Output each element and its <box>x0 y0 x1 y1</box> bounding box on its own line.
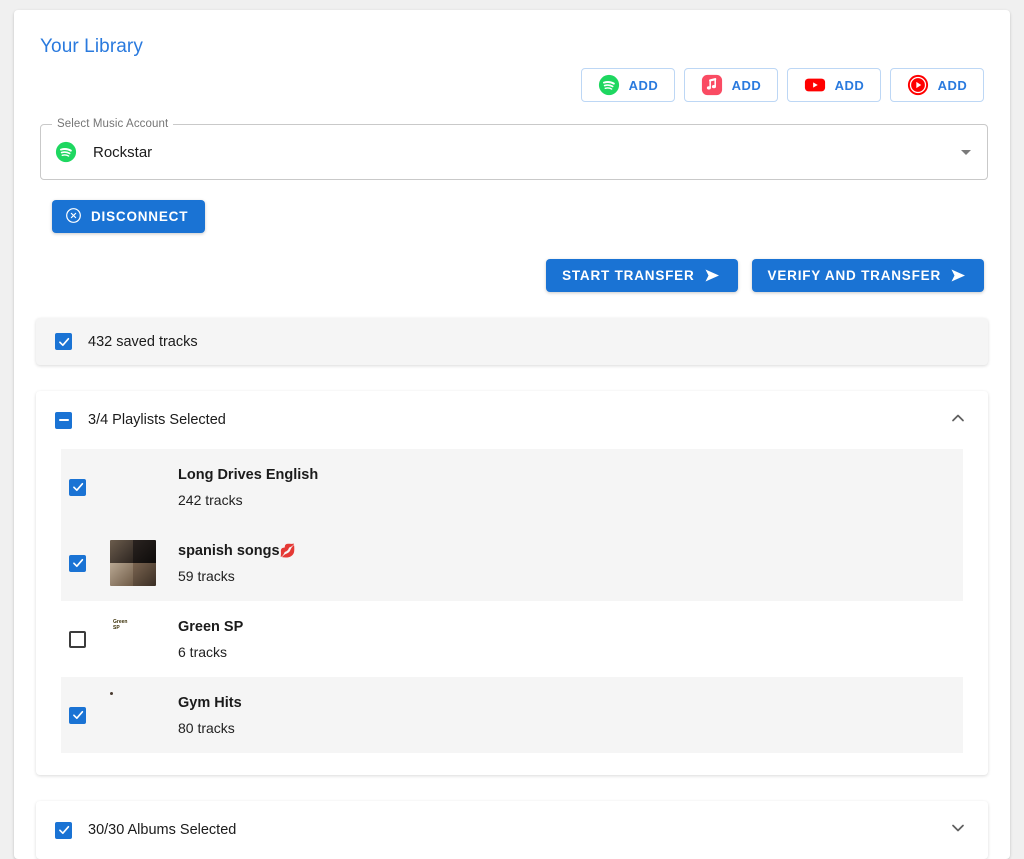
list-item[interactable]: Green SP Green SP 6 tracks <box>61 601 963 677</box>
youtube-icon <box>804 74 826 96</box>
albums-select-all-checkbox[interactable] <box>55 821 72 839</box>
playlist-track-count: 80 tracks <box>178 719 235 736</box>
playlist-name: Green SP <box>178 619 244 636</box>
add-service-buttons: ADD ADD ADD ADD <box>14 58 1010 102</box>
add-youtube-label: ADD <box>834 77 865 93</box>
indeterminate-dash-icon <box>58 418 69 422</box>
add-youtube-music-label: ADD <box>937 77 968 93</box>
playlists-panel: 3/4 Playlists Selected LONG DRIVES English… <box>36 391 988 775</box>
lips-emoji-icon: 💋 <box>279 543 296 559</box>
verify-and-transfer-button[interactable]: VERIFY AND TRANSFER <box>751 259 984 292</box>
saved-tracks-row[interactable]: 432 saved tracks <box>36 318 988 365</box>
playlist-meta: Long Drives English 242 tracks <box>178 466 318 507</box>
add-apple-music-button[interactable]: ADD <box>684 68 778 102</box>
apple-music-icon <box>701 74 723 96</box>
account-select-value: Rockstar <box>93 143 153 161</box>
playlist-list: LONGDRIVESEnglish Long Drives English 24… <box>36 449 988 775</box>
playlist-artwork: Green SP <box>113 619 128 631</box>
page-title: Your Library <box>40 36 143 57</box>
disconnect-button[interactable]: DISCONNECT <box>52 200 206 233</box>
playlists-select-all-checkbox[interactable] <box>55 411 72 429</box>
add-youtube-music-button[interactable]: ADD <box>890 68 984 102</box>
start-transfer-button[interactable]: START TRANSFER <box>546 259 738 292</box>
playlist-meta: Green SP 6 tracks <box>178 618 243 659</box>
account-select-legend: Select Music Account <box>52 118 174 130</box>
playlist-track-count: 242 tracks <box>178 491 243 508</box>
playlist-artwork: Gym Hits <box>110 692 156 738</box>
account-select-wrapper: Select Music Account Rockstar <box>40 118 988 180</box>
verify-and-transfer-label: VERIFY AND TRANSFER <box>767 268 941 283</box>
chevron-up-icon[interactable] <box>948 408 968 433</box>
spotify-icon <box>55 141 77 163</box>
list-item[interactable]: spanish songs💋 59 tracks <box>61 525 963 601</box>
albums-section-label: 30/30 Albums Selected <box>88 822 237 838</box>
playlist-track-count: 59 tracks <box>178 567 235 584</box>
chevron-down-icon[interactable] <box>961 150 971 155</box>
disconnect-wrapper: DISCONNECT <box>14 180 1010 233</box>
add-youtube-button[interactable]: ADD <box>787 68 881 102</box>
playlist-checkbox[interactable] <box>69 706 86 724</box>
add-spotify-label: ADD <box>628 77 659 93</box>
transfer-buttons: START TRANSFER VERIFY AND TRANSFER <box>14 233 1010 292</box>
chevron-down-icon[interactable] <box>948 818 968 843</box>
youtube-music-icon <box>907 74 929 96</box>
albums-panel-header[interactable]: 30/30 Albums Selected <box>36 801 988 859</box>
playlist-name: Long Drives English <box>178 467 319 484</box>
playlist-name: spanish songs💋 <box>178 543 296 560</box>
add-spotify-button[interactable]: ADD <box>581 68 675 102</box>
disconnect-label: DISCONNECT <box>91 209 189 224</box>
send-icon <box>950 268 968 283</box>
close-circle-icon <box>65 207 82 227</box>
playlist-checkbox[interactable] <box>69 630 86 648</box>
list-item[interactable]: LONGDRIVESEnglish Long Drives English 24… <box>61 449 963 525</box>
page-background: Your Library ADD ADD ADD ADD Select Musi… <box>0 0 1024 859</box>
albums-panel: 30/30 Albums Selected <box>36 801 988 859</box>
playlist-artwork: LONGDRIVESEnglish <box>110 464 156 510</box>
playlist-track-count: 6 tracks <box>178 643 228 660</box>
playlist-name: Gym Hits <box>178 695 242 712</box>
send-icon <box>704 268 722 283</box>
spotify-icon <box>598 74 620 96</box>
playlist-artwork <box>110 540 156 586</box>
list-item[interactable]: Gym Hits Gym Hits 80 tracks <box>61 677 963 753</box>
playlist-checkbox[interactable] <box>69 478 86 496</box>
playlists-section-label: 3/4 Playlists Selected <box>88 412 226 428</box>
saved-tracks-checkbox[interactable] <box>55 333 72 350</box>
library-card: Your Library ADD ADD ADD ADD Select Musi… <box>14 10 1010 859</box>
add-apple-music-label: ADD <box>731 77 762 93</box>
account-select-value-group: Rockstar <box>55 141 152 163</box>
playlist-meta: Gym Hits 80 tracks <box>178 694 242 735</box>
playlist-meta: spanish songs💋 59 tracks <box>178 542 296 583</box>
playlists-panel-header[interactable]: 3/4 Playlists Selected <box>36 391 988 449</box>
saved-tracks-label: 432 saved tracks <box>88 333 198 350</box>
account-select[interactable]: Select Music Account Rockstar <box>40 118 988 180</box>
playlist-checkbox[interactable] <box>69 554 86 572</box>
start-transfer-label: START TRANSFER <box>562 268 695 283</box>
